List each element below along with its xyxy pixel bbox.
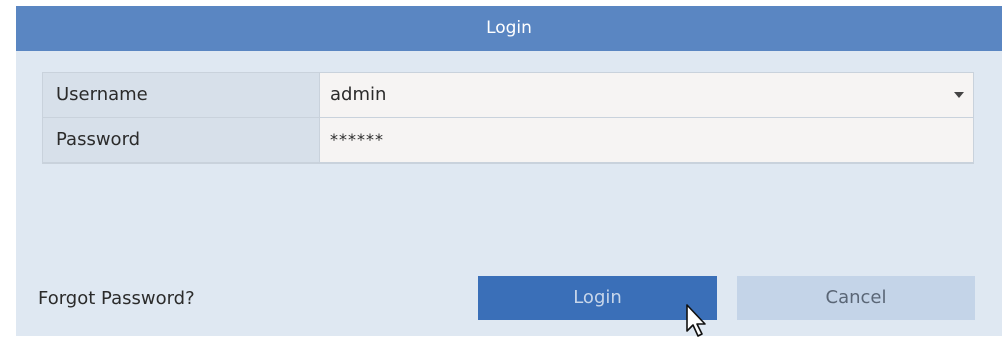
username-label: Username: [43, 73, 319, 117]
password-label: Password: [43, 118, 319, 162]
cancel-button[interactable]: Cancel: [737, 276, 975, 320]
password-field[interactable]: ******: [320, 118, 973, 162]
login-form: Username admin Password ******: [42, 72, 974, 164]
password-row: Password ******: [43, 118, 973, 163]
login-dialog: Login Username admin Password ****** For…: [16, 6, 1002, 336]
username-value: admin: [330, 84, 387, 105]
login-button[interactable]: Login: [478, 276, 717, 320]
username-select[interactable]: admin: [320, 73, 973, 117]
mouse-pointer-icon: [686, 304, 706, 337]
username-row: Username admin: [43, 73, 973, 118]
forgot-password-link[interactable]: Forgot Password?: [38, 288, 195, 309]
dialog-title: Login: [16, 6, 1002, 51]
password-value: ******: [330, 130, 384, 149]
chevron-down-icon[interactable]: [954, 92, 964, 98]
